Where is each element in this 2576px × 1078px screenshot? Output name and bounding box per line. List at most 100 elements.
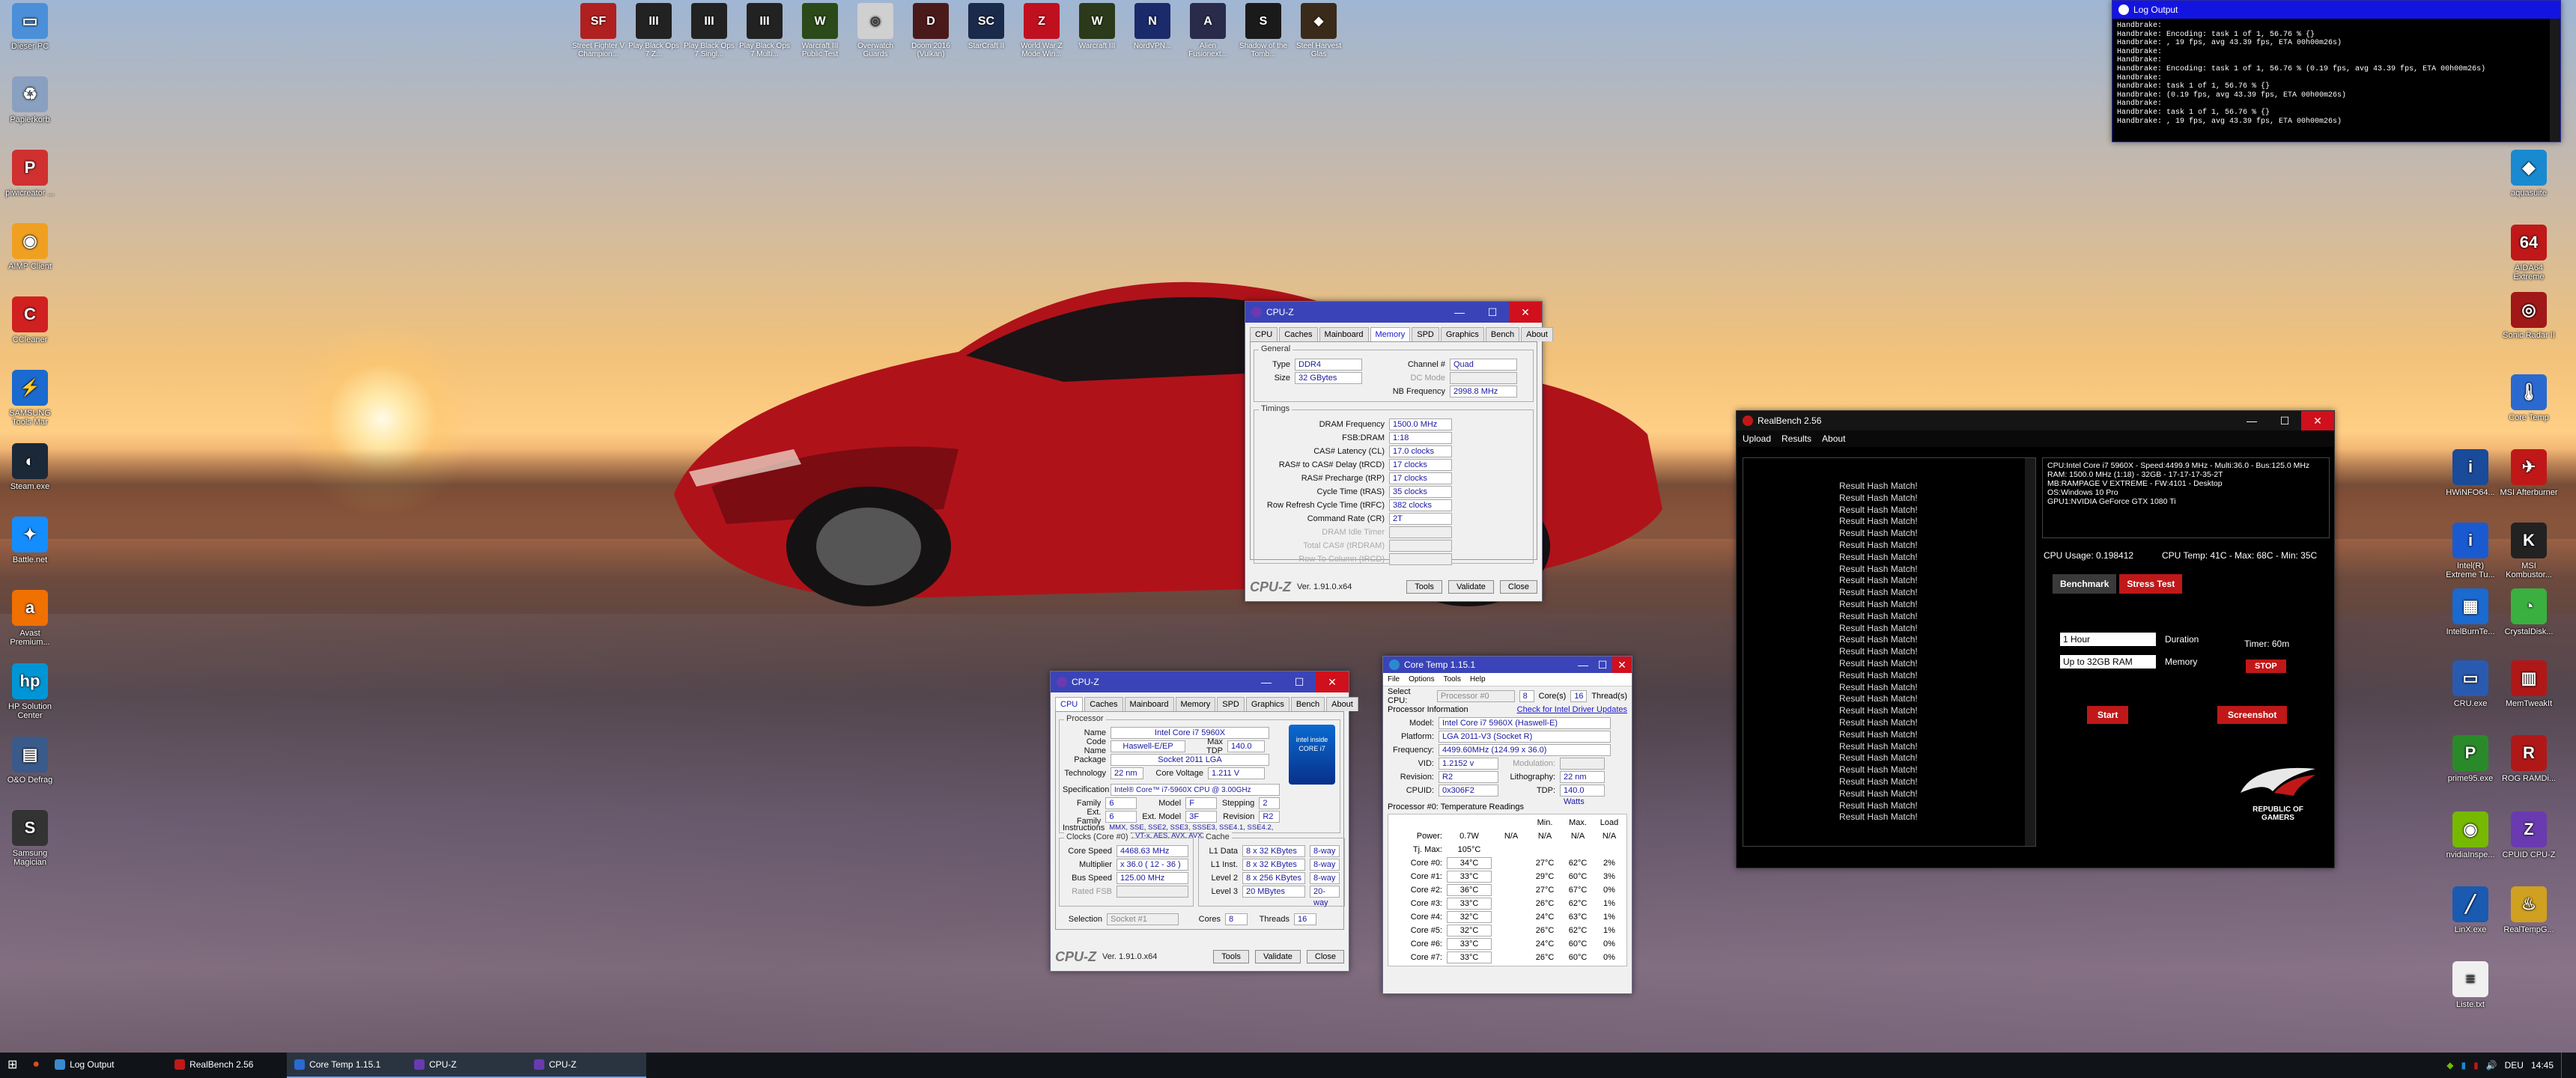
close-window-button[interactable]: ✕ xyxy=(2301,411,2334,430)
taskbar-item[interactable]: Log Output xyxy=(47,1053,167,1078)
validate-button[interactable]: Validate xyxy=(1448,580,1494,594)
tools-button[interactable]: Tools xyxy=(1213,950,1249,963)
temp-tray-icon[interactable]: ▮ xyxy=(2473,1060,2479,1071)
desktop-icon[interactable]: ✦ Battle.net xyxy=(0,517,60,564)
close-button[interactable]: Close xyxy=(1499,580,1537,594)
desktop-icon[interactable]: a Avast Premium... xyxy=(0,590,60,647)
taskbar-item[interactable]: RealBench 2.56 xyxy=(167,1053,287,1078)
desktop-icon[interactable]: W Warcraft III xyxy=(1069,3,1125,50)
desktop-icon[interactable]: D Doom 2016 (Vulkan) xyxy=(903,3,959,58)
desktop-icon[interactable]: W Warcraft III Public Test xyxy=(792,3,848,58)
start-button[interactable]: Start xyxy=(2087,706,2129,724)
tab-memory[interactable]: Memory xyxy=(1175,697,1216,711)
minimize-button[interactable]: — xyxy=(1573,657,1593,673)
tab-spd[interactable]: SPD xyxy=(1217,697,1245,711)
log-text-area[interactable]: Handbrake: Handbrake: Encoding: task 1 of… xyxy=(2112,19,2560,141)
desktop-icon[interactable]: ◐ Steam.exe xyxy=(0,443,60,491)
results-scrollbar[interactable] xyxy=(2025,458,2035,846)
desktop-icon[interactable]: hp HP Solution Center xyxy=(0,663,60,720)
desktop-icon[interactable]: III Play Black Ops 7 Multi... xyxy=(737,3,792,58)
tab-bench[interactable]: Bench xyxy=(1485,327,1520,341)
tab-bench[interactable]: Bench xyxy=(1290,697,1325,711)
desktop-icon[interactable]: ▤ O&O Defrag xyxy=(0,737,60,785)
desktop-icon[interactable]: S Samsung Magician xyxy=(0,810,60,867)
desktop-icon[interactable]: ◆ aquasuite xyxy=(2500,150,2558,198)
desktop-icon[interactable]: ◉ nvidiaInspe... xyxy=(2441,811,2500,859)
desktop-icon[interactable]: ▥ MemTweakIt xyxy=(2500,660,2558,708)
desktop-icon[interactable]: R ROG RAMDi... xyxy=(2500,735,2558,783)
tab-graphics[interactable]: Graphics xyxy=(1440,327,1484,341)
tab-graphics[interactable]: Graphics xyxy=(1245,697,1289,711)
desktop-icon[interactable]: ▭ Dieser PC xyxy=(0,3,60,51)
tab-caches[interactable]: Caches xyxy=(1279,327,1318,341)
desktop-icon[interactable]: ◎ Sonic Radar II xyxy=(2500,292,2558,340)
tab-mainboard[interactable]: Mainboard xyxy=(1319,327,1369,341)
realbench-titlebar[interactable]: RealBench 2.56 — ☐ ✕ xyxy=(1737,411,2334,430)
desktop-icon[interactable]: SF Street Fighter V Champion... xyxy=(571,3,626,58)
start-button[interactable]: ⊞ xyxy=(0,1053,25,1078)
tab-cpu[interactable]: CPU xyxy=(1250,327,1278,341)
desktop-icon[interactable]: ▭ CRU.exe xyxy=(2441,660,2500,708)
memory-select[interactable]: Up to 32GB RAM xyxy=(2060,655,2156,669)
desktop-icon[interactable]: III Play Black Ops 7 Singl... xyxy=(681,3,737,58)
desktop-icon[interactable]: Ppiwicreator ... xyxy=(0,150,60,198)
tab-about[interactable]: About xyxy=(1326,697,1358,711)
menu-tools[interactable]: Tools xyxy=(1444,675,1461,683)
maximize-button[interactable]: ☐ xyxy=(1283,672,1316,692)
network-tray-icon[interactable]: ▮ xyxy=(2461,1060,2466,1071)
tab-memory[interactable]: Memory xyxy=(1370,327,1411,341)
maximize-button[interactable]: ☐ xyxy=(1476,302,1509,323)
desktop-icon[interactable]: K MSI Kombustor... xyxy=(2500,523,2558,579)
desktop-icon[interactable]: ▦ IntelBurnTe... xyxy=(2441,588,2500,636)
taskbar-item[interactable]: CPU-Z xyxy=(526,1053,647,1078)
log-output-titlebar[interactable]: Log Output xyxy=(2112,1,2560,19)
log-scrollbar[interactable] xyxy=(2550,19,2560,141)
tab-mainboard[interactable]: Mainboard xyxy=(1124,697,1174,711)
desktop-icon[interactable]: 64 AIDA64 Extreme xyxy=(2500,225,2558,281)
desktop-icon[interactable]: ♻ Papierkorb xyxy=(0,76,60,124)
clock[interactable]: 14:45 xyxy=(2531,1060,2554,1071)
menu-help[interactable]: Help xyxy=(1470,675,1486,683)
selection-dropdown[interactable]: Socket #1 xyxy=(1107,913,1179,925)
validate-button[interactable]: Validate xyxy=(1254,950,1301,963)
desktop-icon[interactable]: ♨ RealTempG... xyxy=(2500,886,2558,934)
menu-results[interactable]: Results xyxy=(1781,433,1811,444)
hash-results-list[interactable]: Result Hash Match! Result Hash Match! Resu… xyxy=(1743,457,2036,847)
desktop-icon[interactable]: III Play Black Ops 7 Z... xyxy=(626,3,681,58)
minimize-button[interactable]: — xyxy=(1250,672,1283,692)
cpuz-memory-titlebar[interactable]: CPU-Z — ☐ ✕ xyxy=(1245,302,1542,323)
tab-caches[interactable]: Caches xyxy=(1084,697,1123,711)
desktop-icon[interactable]: ✈ MSI Afterburner xyxy=(2500,449,2558,497)
desktop-icon[interactable]: Pprime95.exe xyxy=(2441,735,2500,783)
desktop-icon[interactable]: ◔ CrystalDisk... xyxy=(2500,588,2558,636)
desktop-icon[interactable]: i HWiNFO64... xyxy=(2441,449,2500,497)
desktop-icon[interactable]: SC StarCraft II xyxy=(959,3,1014,50)
desktop-icon[interactable]: ◆ Steel Harvest Glas xyxy=(1291,3,1346,58)
language-indicator[interactable]: DEU xyxy=(2505,1060,2524,1071)
menu-upload[interactable]: Upload xyxy=(1743,433,1771,444)
tools-button[interactable]: Tools xyxy=(1406,580,1442,594)
cpuz-cpu-titlebar[interactable]: CPU-Z — ☐ ✕ xyxy=(1051,672,1349,692)
desktop-icon[interactable]: C CCleaner xyxy=(0,296,60,344)
close-window-button[interactable]: ✕ xyxy=(1612,657,1632,673)
desktop-icon[interactable]: ◎ Overwatch Guards xyxy=(848,3,903,58)
tab-about[interactable]: About xyxy=(1521,327,1553,341)
driver-update-link[interactable]: Check for Intel Driver Updates xyxy=(1517,705,1627,714)
desktop-icon[interactable]: Z World War Z Mode Win... xyxy=(1014,3,1069,58)
volume-icon[interactable]: 🔊 xyxy=(2486,1060,2497,1071)
taskbar-item[interactable]: Core Temp 1.15.1 xyxy=(287,1053,407,1078)
duration-select[interactable]: 1 Hour xyxy=(2060,633,2156,646)
desktop-icon[interactable]: i Intel(R) Extreme Tu... xyxy=(2441,523,2500,579)
menu-options[interactable]: Options xyxy=(1409,675,1434,683)
menu-about[interactable]: About xyxy=(1822,433,1845,444)
desktop-icon[interactable]: ╱ LinX.exe xyxy=(2441,886,2500,934)
minimize-button[interactable]: — xyxy=(1443,302,1476,323)
menu-file[interactable]: File xyxy=(1388,675,1400,683)
tab-spd[interactable]: SPD xyxy=(1412,327,1439,341)
show-desktop-button[interactable] xyxy=(2561,1053,2566,1078)
close-window-button[interactable]: ✕ xyxy=(1509,302,1542,323)
tab-cpu[interactable]: CPU xyxy=(1055,697,1084,711)
nvidia-tray-icon[interactable]: ◆ xyxy=(2446,1060,2453,1071)
benchmark-tab[interactable]: Benchmark xyxy=(2053,574,2117,594)
coretemp-titlebar[interactable]: Core Temp 1.15.1 — ☐ ✕ xyxy=(1383,657,1632,673)
